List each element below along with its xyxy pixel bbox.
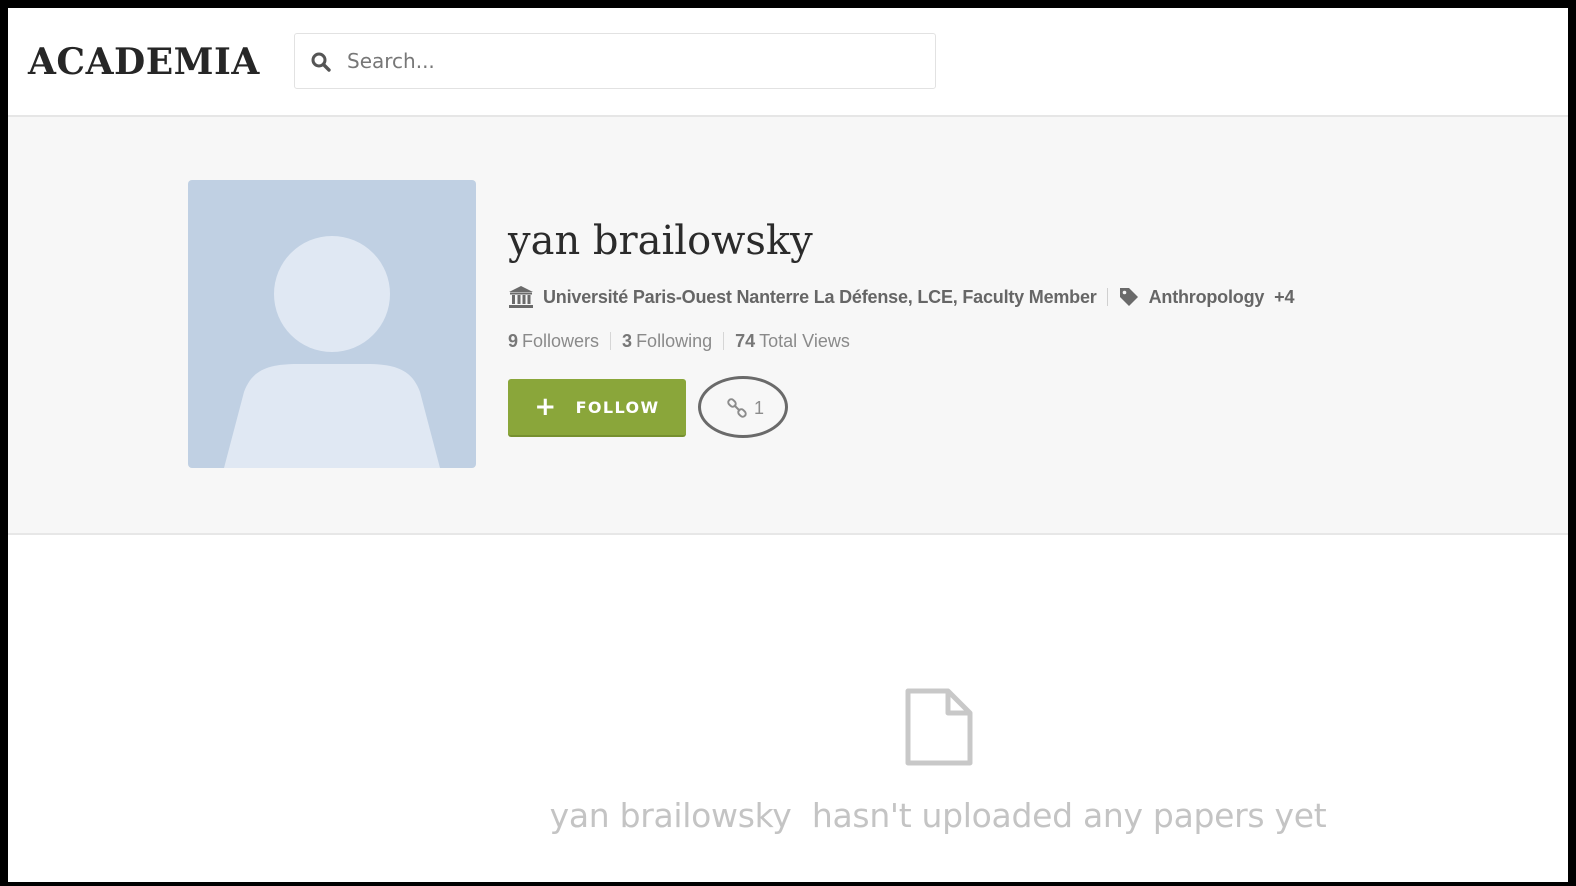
follow-button[interactable]: + FOLLOW bbox=[508, 379, 686, 437]
profile-name: yan brailowsky bbox=[508, 218, 813, 264]
followers-stat[interactable]: 9 Followers bbox=[508, 331, 599, 352]
search-box[interactable] bbox=[294, 33, 936, 89]
default-avatar-icon bbox=[224, 236, 440, 468]
document-icon bbox=[905, 688, 973, 766]
link-icon bbox=[727, 398, 747, 418]
following-stat[interactable]: 3 Following bbox=[622, 331, 712, 352]
divider bbox=[1106, 288, 1108, 306]
search-input[interactable] bbox=[347, 44, 907, 78]
avatar bbox=[188, 180, 476, 468]
stats-row: 9 Followers 3 Following 74 Total Views bbox=[508, 328, 850, 354]
top-header: ACADEMIA bbox=[8, 8, 1568, 117]
total-views-stat: 74 Total Views bbox=[735, 330, 850, 351]
academia-logo[interactable]: ACADEMIA bbox=[28, 40, 260, 84]
empty-state-message: yan brailowsky hasn't uploaded any paper… bbox=[549, 796, 1327, 835]
research-interest-link[interactable]: Anthropology bbox=[1149, 287, 1265, 308]
search-icon bbox=[311, 52, 331, 72]
links-count: 1 bbox=[753, 397, 764, 418]
affiliation-link[interactable]: Université Paris-Ouest Nanterre La Défen… bbox=[543, 287, 1097, 308]
affiliation-row: Université Paris-Ouest Nanterre La Défen… bbox=[508, 283, 1294, 311]
plus-icon: + bbox=[534, 392, 558, 422]
profile-header: yan brailowsky Université Paris-Ouest Na… bbox=[8, 117, 1568, 535]
divider bbox=[610, 332, 612, 350]
follow-label: FOLLOW bbox=[575, 397, 660, 417]
divider bbox=[723, 332, 725, 350]
tag-icon bbox=[1119, 288, 1138, 306]
links-button[interactable]: 1 bbox=[701, 379, 789, 437]
more-interests-link[interactable]: +4 bbox=[1274, 287, 1294, 308]
page-frame: ACADEMIA yan brailowsky bbox=[8, 8, 1568, 882]
institution-icon bbox=[509, 286, 533, 308]
